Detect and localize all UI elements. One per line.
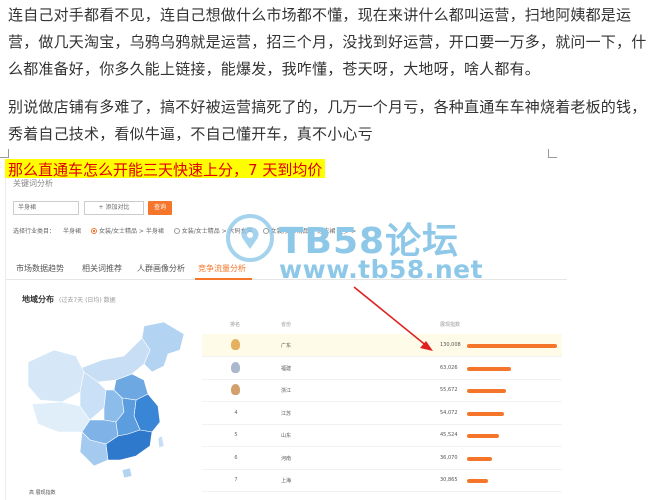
index-value: 30,865 (440, 477, 458, 483)
section-title: 关键词分析 (13, 179, 53, 188)
index-bar (467, 479, 489, 483)
index-bar (467, 344, 557, 348)
filter-label: 选择行业类目： (13, 228, 56, 235)
province-name: 广东 (281, 343, 292, 349)
active-tab-indicator (195, 278, 252, 280)
index-value: 63,026 (440, 364, 458, 371)
rank-number: 4 (234, 409, 238, 416)
rank-number: 6 (234, 454, 238, 461)
table-row: 广东 130,008 (202, 334, 562, 357)
page-corner-marker-left (0, 149, 9, 158)
tb58-logo-icon (226, 214, 274, 262)
add-compare-button[interactable]: + 添加对比 (84, 201, 144, 215)
filter-keyword: 半身裙 (63, 228, 82, 235)
table-row: 浙江 55,672 (202, 379, 562, 402)
keyword-input[interactable]: 半身裙 (13, 201, 79, 215)
header-province: 省份 (281, 322, 292, 328)
radio-selected-icon (90, 228, 97, 234)
watermark-url: www.tb58.net (279, 255, 484, 284)
filter-option-1[interactable]: 女装/女士精品 > 半身裙 (90, 226, 164, 235)
tab-market-trend[interactable]: 市场数据趋势 (16, 263, 64, 274)
table-row: 6 河南 36,070 (202, 447, 562, 470)
map-region-hainan (121, 467, 133, 479)
page-corner-marker-right (548, 149, 557, 158)
tab-audience-portrait[interactable]: 人群画像分析 (137, 263, 185, 274)
header-index[interactable]: 展现指数 (440, 321, 460, 328)
province-name: 浙江 (281, 388, 292, 394)
index-value: 54,072 (440, 409, 458, 416)
query-button[interactable]: 查询 (148, 201, 172, 215)
article-paragraph-2: 别说做店铺有多难了，搞不好被运营搞死了的，几万一个月亏，各种直通车车神烧着老板的… (8, 98, 647, 143)
china-region-map (27, 321, 185, 479)
table-row: 5 山东 45,524 (202, 424, 562, 447)
index-value: 130,008 (440, 342, 461, 348)
index-bar (467, 411, 505, 416)
index-bar (467, 434, 499, 438)
index-value: 45,524 (440, 432, 458, 438)
index-value: 55,672 (440, 387, 458, 393)
rank-medal-icon (231, 339, 240, 350)
table-row: 7 上海 30,865 (202, 469, 562, 492)
radio-icon (173, 228, 180, 234)
header-rank: 排名 (230, 322, 241, 328)
map-region-xinjiang (27, 349, 85, 403)
index-bar (467, 456, 492, 461)
province-name: 福建 (281, 365, 292, 372)
table-row: 4 江苏 54,072 (202, 402, 562, 425)
rank-number: 5 (234, 432, 238, 438)
rank-medal-icon (231, 384, 240, 395)
article-paragraph-1: 连自己对手都看不见，连自己想做什么市场都不懂，现在来讲什么都叫运营，扫地阿姨都是… (8, 6, 647, 78)
region-map-subtitle: (过去7天 (日均) 数据 (59, 297, 116, 304)
rank-medal-icon (231, 361, 240, 373)
map-region-taiwan (157, 435, 165, 449)
province-name: 河南 (281, 455, 292, 462)
table-row: 福建 63,026 (202, 357, 562, 380)
tab-related-words[interactable]: 相关词推荐 (82, 263, 122, 274)
index-value: 36,070 (440, 454, 458, 461)
rank-number: 7 (234, 477, 238, 483)
index-bar (467, 389, 506, 393)
region-map-title: 地域分布 (22, 295, 54, 304)
tab-competition-traffic[interactable]: 竞争流量分析 (198, 263, 246, 274)
province-name: 江苏 (281, 410, 292, 417)
map-legend: 高 展现指数 (29, 490, 56, 496)
province-name: 上海 (281, 478, 292, 484)
index-bar (467, 366, 511, 371)
province-name: 山东 (281, 433, 292, 439)
